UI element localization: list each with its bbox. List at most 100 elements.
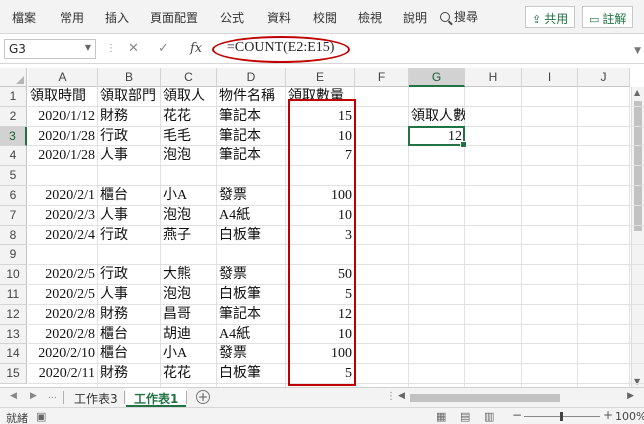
search-box[interactable]: 搜尋	[440, 8, 478, 25]
data-cell[interactable]: 行政	[98, 265, 161, 284]
data-cell[interactable]: 發票	[217, 186, 286, 205]
tab-data[interactable]: 資料	[267, 9, 291, 26]
row-header-7[interactable]: 7	[0, 205, 27, 226]
data-cell[interactable]: 2020/2/5	[28, 265, 98, 284]
scroll-right-icon[interactable]: ▶	[627, 391, 634, 401]
column-header-h[interactable]: H	[465, 68, 522, 87]
insert-function-icon[interactable]: fx	[190, 41, 202, 56]
row-header-11[interactable]: 11	[0, 285, 27, 305]
tab-formulas[interactable]: 公式	[220, 9, 244, 26]
data-cell[interactable]: 櫃台	[98, 186, 161, 205]
row-header-9[interactable]: 9	[0, 245, 27, 266]
drag-handle-icon[interactable]: ⋮	[106, 43, 116, 54]
data-cell[interactable]: 財務	[98, 364, 161, 383]
data-cell[interactable]: 2020/1/12	[28, 107, 98, 126]
data-cell[interactable]: 2020/1/28	[28, 146, 98, 165]
tab-help[interactable]: 說明	[403, 9, 427, 26]
cancel-icon[interactable]: ✕	[128, 41, 139, 56]
vertical-scrollbar[interactable]: ▲ ▼	[631, 87, 644, 387]
scroll-down-icon[interactable]: ▼	[634, 377, 640, 386]
more-sheets-icon[interactable]: …	[48, 391, 57, 401]
row-header-15[interactable]: 15	[0, 364, 27, 384]
prev-sheet-icon[interactable]: ◀	[10, 391, 17, 401]
data-cell[interactable]: 大熊	[161, 265, 217, 284]
data-cell[interactable]: 2020/2/11	[28, 364, 98, 383]
data-cell[interactable]: 泡泡	[161, 146, 217, 165]
data-cell[interactable]: 白板筆	[217, 364, 286, 383]
data-cell[interactable]: 昌哥	[161, 305, 217, 324]
data-cell[interactable]: 人事	[98, 285, 161, 304]
header-cell-a[interactable]: 領取時間	[28, 87, 98, 106]
add-sheet-icon[interactable]: +	[196, 390, 210, 404]
enter-icon[interactable]: ✓	[158, 41, 169, 56]
data-cell[interactable]: 櫃台	[98, 344, 161, 363]
zoom-level[interactable]: 100%	[615, 410, 644, 423]
data-cell[interactable]: 泡泡	[161, 206, 217, 225]
data-cell[interactable]: 財務	[98, 107, 161, 126]
data-cell[interactable]: 2020/2/8	[28, 325, 98, 344]
data-cell[interactable]: 行政	[98, 127, 161, 146]
data-cell[interactable]: 毛毛	[161, 127, 217, 146]
page-break-view-icon[interactable]: ▥	[484, 410, 494, 423]
data-cell[interactable]: 白板筆	[217, 285, 286, 304]
column-header-g[interactable]: G	[409, 68, 465, 87]
data-cell[interactable]: 花花	[161, 107, 217, 126]
row-header-2[interactable]: 2	[0, 106, 27, 127]
header-cell-d[interactable]: 物件名稱	[217, 87, 286, 106]
data-cell[interactable]: 2020/1/28	[28, 127, 98, 146]
row-header-6[interactable]: 6	[0, 186, 27, 206]
zoom-out-icon[interactable]: −	[512, 408, 522, 422]
data-cell[interactable]: 2020/2/3	[28, 206, 98, 225]
horizontal-scrollbar[interactable]: ◀ ▶	[396, 391, 636, 404]
tab-view[interactable]: 檢視	[358, 9, 382, 26]
data-cell[interactable]: 泡泡	[161, 285, 217, 304]
accessibility-icon[interactable]: ▣	[36, 410, 46, 423]
normal-view-icon[interactable]: ▦	[436, 410, 446, 423]
cell-g2-label[interactable]: 領取人數	[409, 107, 465, 126]
zoom-in-icon[interactable]: +	[603, 408, 613, 422]
data-cell[interactable]: 行政	[98, 226, 161, 245]
tab-review[interactable]: 校閱	[313, 9, 337, 26]
row-header-3[interactable]: 3	[0, 126, 27, 147]
data-cell[interactable]: 2020/2/4	[28, 226, 98, 245]
column-header-f[interactable]: F	[355, 68, 409, 87]
column-header-a[interactable]: A	[28, 68, 98, 87]
expand-formula-icon[interactable]: ▼	[634, 46, 641, 56]
column-header-j[interactable]: J	[578, 68, 630, 87]
data-cell[interactable]: 2020/2/8	[28, 305, 98, 324]
data-cell[interactable]: 2020/2/10	[28, 344, 98, 363]
data-cell[interactable]: 2020/2/5	[28, 285, 98, 304]
data-cell[interactable]: 發票	[217, 344, 286, 363]
data-cell[interactable]: A4紙	[217, 325, 286, 344]
data-cell[interactable]: 花花	[161, 364, 217, 383]
row-header-5[interactable]: 5	[0, 166, 27, 186]
share-button[interactable]: ⇪ 共用	[525, 6, 576, 28]
scroll-up-icon[interactable]: ▲	[634, 88, 640, 97]
data-cell[interactable]: 小A	[161, 186, 217, 205]
next-sheet-icon[interactable]: ▶	[30, 391, 37, 401]
data-cell[interactable]: 筆記本	[217, 305, 286, 324]
tab-insert[interactable]: 插入	[105, 9, 129, 26]
sheet-tab-1[interactable]: 工作表1	[126, 388, 187, 407]
page-layout-view-icon[interactable]: ▤	[460, 410, 470, 423]
data-cell[interactable]: 筆記本	[217, 127, 286, 146]
column-header-b[interactable]: B	[98, 68, 161, 87]
zoom-slider-thumb[interactable]	[560, 412, 563, 421]
column-header-i[interactable]: I	[522, 68, 578, 87]
select-all-corner[interactable]	[0, 68, 27, 87]
row-header-1[interactable]: 1	[0, 87, 27, 107]
name-box[interactable]: G3 ▼	[4, 39, 96, 59]
row-header-14[interactable]: 14	[0, 344, 27, 365]
tab-page-layout[interactable]: 頁面配置	[150, 9, 198, 26]
sheet-tab-3[interactable]: 工作表3	[66, 388, 126, 407]
data-cell[interactable]: 筆記本	[217, 146, 286, 165]
data-cell[interactable]: A4紙	[217, 206, 286, 225]
row-header-4[interactable]: 4	[0, 146, 27, 167]
row-header-13[interactable]: 13	[0, 324, 27, 345]
data-cell[interactable]: 小A	[161, 344, 217, 363]
data-cell[interactable]: 2020/2/1	[28, 186, 98, 205]
row-header-8[interactable]: 8	[0, 225, 27, 246]
column-header-e[interactable]: E	[286, 68, 355, 87]
tab-file[interactable]: 檔案	[12, 9, 36, 26]
scroll-left-icon[interactable]: ◀	[398, 391, 405, 401]
